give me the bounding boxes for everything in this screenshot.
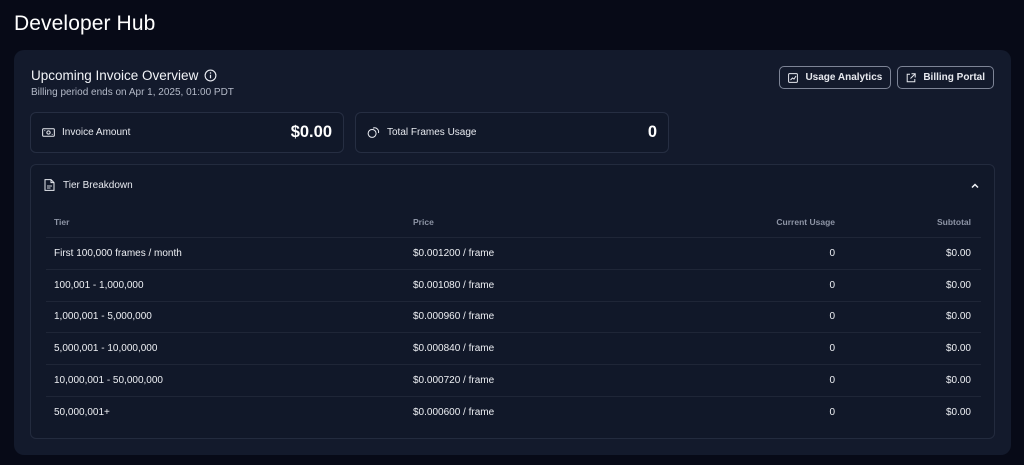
table-row: 50,000,001+ $0.000600 / frame 0 $0.00 (46, 395, 981, 428)
invoice-amount-label-row: Invoice Amount (42, 126, 130, 139)
price-cell: $0.000720 / frame (413, 375, 495, 387)
document-icon (44, 179, 55, 191)
coins-icon (367, 127, 380, 138)
tier-breakdown-header[interactable]: Tier Breakdown (44, 179, 133, 191)
subtotal-cell: $0.00 (945, 279, 971, 291)
page-title: Developer Hub (14, 12, 156, 35)
billing-portal-button[interactable]: Billing Portal (897, 66, 994, 89)
billing-period-text: Billing period ends on Apr 1, 2025, 01:0… (31, 87, 234, 98)
info-icon[interactable] (204, 69, 217, 82)
table-row: 1,000,001 - 5,000,000 $0.000960 / frame … (46, 300, 981, 333)
total-frames-card: Total Frames Usage 0 (355, 112, 669, 153)
subtotal-cell: $0.00 (945, 247, 971, 259)
tier-cell: 5,000,001 - 10,000,000 (54, 343, 158, 355)
tier-cell: First 100,000 frames / month (54, 247, 182, 259)
usage-analytics-button[interactable]: Usage Analytics (779, 66, 892, 89)
column-header-tier: Tier (54, 217, 70, 227)
chart-icon (788, 72, 799, 83)
column-header-price: Price (413, 217, 434, 227)
usage-cell: 0 (829, 311, 835, 323)
tier-breakdown-section: Tier Breakdown Tier Price Current Usage … (30, 164, 995, 439)
price-cell: $0.001200 / frame (413, 247, 495, 259)
tier-cell: 50,000,001+ (54, 406, 110, 418)
overview-title-row: Upcoming Invoice Overview (31, 68, 234, 83)
subtotal-cell: $0.00 (945, 375, 971, 387)
tier-breakdown-title: Tier Breakdown (63, 179, 133, 191)
collapse-toggle[interactable] (968, 179, 982, 193)
table-row: 100,001 - 1,000,000 $0.001080 / frame 0 … (46, 268, 981, 301)
table-row: First 100,000 frames / month $0.001200 /… (46, 237, 981, 269)
usage-cell: 0 (829, 247, 835, 259)
total-frames-label: Total Frames Usage (387, 127, 477, 138)
column-header-subtotal: Subtotal (937, 217, 971, 227)
usage-cell: 0 (829, 279, 835, 291)
invoice-amount-label: Invoice Amount (62, 127, 131, 138)
external-link-icon (907, 72, 917, 82)
overview-header: Upcoming Invoice Overview Billing period… (31, 68, 234, 98)
tier-cell: 1,000,001 - 5,000,000 (54, 311, 152, 323)
overview-title: Upcoming Invoice Overview (31, 68, 199, 83)
tier-table: Tier Price Current Usage Subtotal First … (46, 207, 981, 428)
money-icon (42, 128, 55, 137)
invoice-overview-panel: Upcoming Invoice Overview Billing period… (14, 50, 1011, 455)
tier-cell: 10,000,001 - 50,000,000 (54, 375, 163, 387)
total-frames-value: 0 (647, 123, 657, 141)
price-cell: $0.000840 / frame (413, 343, 495, 355)
column-header-usage: Current Usage (776, 217, 835, 227)
subtotal-cell: $0.00 (945, 311, 971, 323)
price-cell: $0.000960 / frame (413, 311, 495, 323)
billing-portal-label: Billing Portal (923, 72, 985, 83)
header-actions: Usage Analytics Billing Portal (779, 66, 994, 89)
price-cell: $0.001080 / frame (413, 279, 495, 291)
table-row: 5,000,001 - 10,000,000 $0.000840 / frame… (46, 332, 981, 364)
subtotal-cell: $0.00 (945, 406, 971, 418)
usage-cell: 0 (829, 406, 835, 418)
usage-cell: 0 (829, 375, 835, 387)
tier-cell: 100,001 - 1,000,000 (54, 279, 144, 291)
usage-analytics-label: Usage Analytics (805, 72, 883, 83)
usage-cell: 0 (829, 343, 835, 355)
table-row: 10,000,001 - 50,000,000 $0.000720 / fram… (46, 364, 981, 396)
subtotal-cell: $0.00 (945, 343, 971, 355)
invoice-amount-card: Invoice Amount $0.00 (30, 112, 344, 153)
invoice-amount-value: $0.00 (290, 123, 332, 141)
table-header: Tier Price Current Usage Subtotal (46, 207, 981, 237)
chevron-up-icon (971, 183, 979, 189)
price-cell: $0.000600 / frame (413, 406, 495, 418)
total-frames-label-row: Total Frames Usage (367, 126, 476, 139)
